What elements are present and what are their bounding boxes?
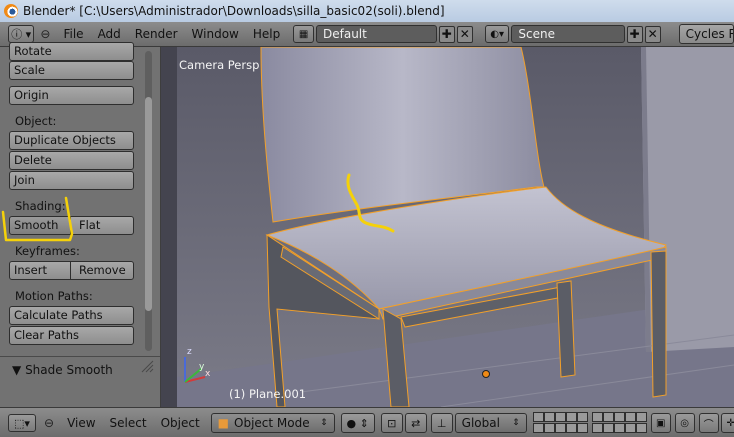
join-button[interactable]: Join bbox=[9, 171, 134, 190]
tool-shelf-scrollbar[interactable] bbox=[145, 51, 152, 351]
lock-camera-button[interactable]: ▣ bbox=[650, 413, 671, 433]
plus-icon: ✚ bbox=[629, 27, 640, 41]
object-mode-icon: ■ bbox=[217, 416, 230, 430]
interaction-mode-dropdown[interactable]: ■ Object Mode ⇕ bbox=[210, 413, 335, 433]
menu-add[interactable]: Add bbox=[91, 27, 128, 41]
menu-select[interactable]: Select bbox=[103, 416, 154, 430]
origin-button[interactable]: Origin bbox=[9, 86, 134, 105]
menu-help[interactable]: Help bbox=[246, 27, 287, 41]
last-operator-title: Shade Smooth bbox=[25, 363, 113, 377]
duplicate-objects-button[interactable]: Duplicate Objects bbox=[9, 131, 134, 150]
close-icon: ✕ bbox=[459, 27, 470, 41]
manipulator-toggle[interactable]: ⇄ bbox=[404, 413, 427, 433]
delete-layout-button[interactable]: ✕ bbox=[456, 25, 473, 43]
magnet-icon: ⌒ bbox=[703, 419, 714, 431]
object-section-label: Object: bbox=[15, 114, 57, 128]
editor-type-button[interactable]: ⓘ ▾ bbox=[8, 25, 35, 43]
viewport-shading-dropdown[interactable]: ● ⇕ bbox=[340, 413, 375, 433]
remove-keyframe-button[interactable]: Remove bbox=[70, 261, 134, 280]
delete-scene-button[interactable]: ✕ bbox=[644, 25, 661, 43]
interaction-mode-value: Object Mode bbox=[234, 416, 310, 430]
snap-element-button[interactable]: ✛ bbox=[720, 413, 734, 433]
render-engine-value: Cycles R bbox=[685, 27, 734, 41]
screen-layout-browse-button[interactable]: ▦ bbox=[293, 25, 314, 43]
add-scene-button[interactable]: ✚ bbox=[626, 25, 643, 43]
view-name-label: Camera Persp bbox=[179, 58, 260, 72]
axis-y-label: y bbox=[199, 362, 205, 372]
view-menus: View Select Object bbox=[60, 416, 207, 430]
last-operator-panel-header[interactable]: ▼ Shade Smooth bbox=[12, 363, 113, 377]
menu-render[interactable]: Render bbox=[128, 27, 185, 41]
info-icon: ⓘ ▾ bbox=[11, 28, 32, 41]
screen-layout-field[interactable]: Default bbox=[316, 25, 437, 43]
manipulator-icon: ⇄ bbox=[411, 416, 421, 430]
motion-paths-section-label: Motion Paths: bbox=[15, 289, 93, 303]
menu-window[interactable]: Window bbox=[185, 27, 246, 41]
snap-toggle-button[interactable]: ⌒ bbox=[698, 413, 719, 433]
insert-keyframe-button[interactable]: Insert bbox=[9, 261, 71, 280]
resize-grip-icon[interactable] bbox=[140, 359, 154, 373]
orientation-icon: ⊥ bbox=[436, 416, 447, 430]
delete-button[interactable]: Delete bbox=[9, 151, 134, 170]
layer-lock-icon: ▣ bbox=[655, 417, 666, 429]
tool-shelf: Rotate Scale Origin Object: Duplicate Ob… bbox=[0, 42, 161, 407]
viewport-scene bbox=[161, 47, 734, 407]
render-engine-dropdown[interactable]: Cycles R bbox=[678, 24, 734, 44]
proportional-edit-button[interactable]: ◎ bbox=[674, 413, 695, 433]
snap-grid-icon: ✛ bbox=[726, 417, 734, 429]
collapse-menu-icon[interactable]: ⊖ bbox=[44, 416, 54, 430]
scene-browse-button[interactable]: ◐▾ bbox=[484, 25, 510, 43]
cube-view-icon: ⬚▾ bbox=[14, 416, 30, 430]
3d-view-header: ⬚▾ ⊖ View Select Object ■ Object Mode ⇕ … bbox=[0, 407, 734, 437]
transform-orientation-icon-button[interactable]: ⊥ bbox=[430, 413, 453, 433]
scale-button[interactable]: Scale bbox=[9, 61, 134, 80]
layer-buttons-b[interactable] bbox=[591, 412, 647, 434]
keyframes-section-label: Keyframes: bbox=[15, 244, 80, 258]
menu-view[interactable]: View bbox=[60, 416, 102, 430]
proportional-edit-icon: ◎ bbox=[680, 417, 690, 429]
window-title: Blender* [C:\Users\Administrador\Downloa… bbox=[23, 4, 445, 18]
disclosure-triangle-icon: ▼ bbox=[12, 363, 22, 377]
pivot-icon: ⊡ bbox=[387, 416, 397, 430]
rotate-button[interactable]: Rotate bbox=[9, 42, 134, 61]
scene-icon: ◐▾ bbox=[490, 28, 504, 40]
menu-file[interactable]: File bbox=[56, 27, 90, 41]
smooth-annotation-stroke bbox=[1, 196, 74, 242]
plus-icon: ✚ bbox=[441, 27, 452, 41]
panel-divider bbox=[0, 356, 160, 357]
axis-x-label: x bbox=[205, 369, 211, 379]
screen-layout-value: Default bbox=[323, 27, 367, 41]
orientation-value: Global bbox=[461, 416, 500, 430]
blender-logo-icon bbox=[4, 4, 18, 18]
main-menu: File Add Render Window Help bbox=[56, 27, 287, 41]
transform-orientation-dropdown[interactable]: Global ⇕ bbox=[454, 413, 527, 433]
scene-value: Scene bbox=[518, 27, 555, 41]
scene-field[interactable]: Scene bbox=[511, 25, 625, 43]
axis-z-label: z bbox=[187, 347, 192, 357]
solid-sphere-icon: ● ⇕ bbox=[346, 416, 369, 430]
scrollbar-thumb[interactable] bbox=[145, 97, 152, 311]
editor-type-button[interactable]: ⬚▾ bbox=[8, 414, 36, 432]
layer-buttons-a[interactable] bbox=[532, 412, 588, 434]
add-layout-button[interactable]: ✚ bbox=[438, 25, 455, 43]
dropdown-arrows-icon: ⇕ bbox=[512, 418, 520, 428]
menu-object[interactable]: Object bbox=[154, 416, 207, 430]
collapse-menu-icon[interactable]: ⊖ bbox=[40, 27, 50, 41]
active-object-info: (1) Plane.001 bbox=[229, 387, 307, 401]
layout-grid-icon: ▦ bbox=[298, 28, 309, 40]
clear-paths-button[interactable]: Clear Paths bbox=[9, 326, 134, 345]
pivot-point-button[interactable]: ⊡ bbox=[380, 413, 403, 433]
calculate-paths-button[interactable]: Calculate Paths bbox=[9, 306, 134, 325]
dropdown-arrows-icon: ⇕ bbox=[320, 418, 328, 428]
window-titlebar: Blender* [C:\Users\Administrador\Downloa… bbox=[0, 0, 734, 22]
3d-viewport[interactable]: Camera Persp (1) Plane.001 z x y bbox=[161, 47, 734, 407]
close-icon: ✕ bbox=[647, 27, 658, 41]
